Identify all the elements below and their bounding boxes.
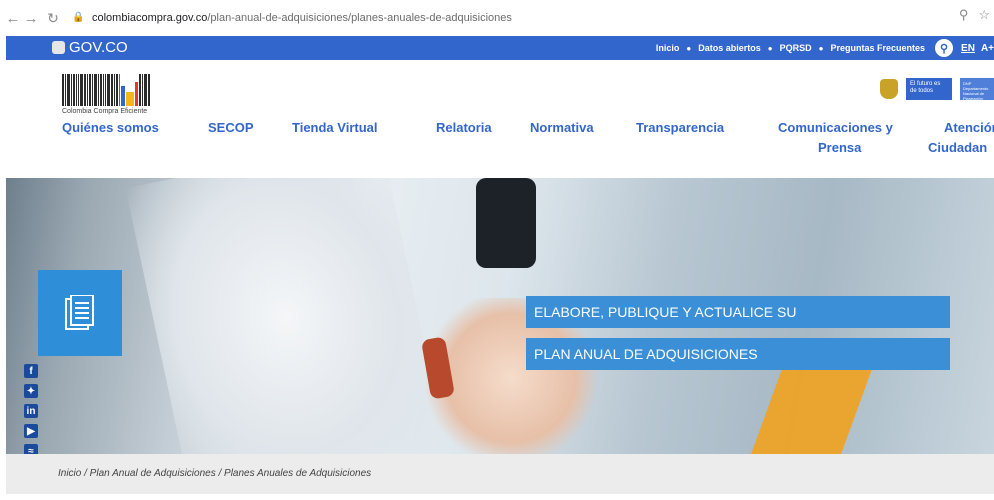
facebook-icon[interactable]: f	[24, 364, 38, 378]
bullet-separator: ●	[686, 43, 692, 53]
breadcrumb[interactable]: Inicio / Plan Anual de Adquisiciones / P…	[58, 468, 371, 479]
document-icon	[65, 295, 94, 330]
colombia-crest-icon	[880, 79, 898, 99]
url-path: /plan-anual-de-adquisiciones/planes-anua…	[207, 12, 512, 24]
text-size-toggle[interactable]: A+	[981, 43, 994, 54]
hero-headline-line2: PLAN ANUAL DE ADQUISICIONES	[526, 338, 950, 370]
nav-comunicaciones-line2[interactable]: Prensa	[818, 138, 861, 158]
nav-secop[interactable]: SECOP	[208, 118, 254, 138]
bookmark-star-icon[interactable]: ☆	[978, 7, 990, 23]
forward-arrow-icon[interactable]: →	[22, 9, 40, 27]
bullet-separator: ●	[818, 43, 824, 53]
linkedin-icon[interactable]: in	[24, 404, 38, 418]
gov-co-text: GOV.CO	[69, 39, 128, 56]
document-tile	[38, 270, 122, 356]
nav-comunicaciones-line1[interactable]: Comunicaciones y	[778, 118, 893, 138]
nav-quienes-somos[interactable]: Quiénes somos	[62, 118, 159, 138]
zoom-icon[interactable]: ⚲	[959, 7, 969, 23]
hero-headline-line1: ELABORE, PUBLIQUE Y ACTUALICE SU	[526, 296, 950, 328]
barcode-icon	[62, 74, 182, 106]
nav-tienda-virtual[interactable]: Tienda Virtual	[292, 118, 378, 138]
nav-relatoria[interactable]: Relatoria	[436, 118, 492, 138]
gov-link-datos-abiertos[interactable]: Datos abiertos	[698, 43, 761, 53]
gov-link-preguntas[interactable]: Preguntas Frecuentes	[831, 43, 926, 53]
search-icon[interactable]: ⚲	[935, 39, 954, 57]
language-toggle[interactable]: EN	[961, 43, 975, 54]
hero-banner: ELABORE, PUBLIQUE Y ACTUALICE SU PLAN AN…	[6, 178, 994, 454]
nav-atencion-line1[interactable]: Atención	[944, 118, 994, 138]
gov-co-logo[interactable]: GOV.CO	[52, 39, 128, 56]
nav-normativa[interactable]: Normativa	[530, 118, 594, 138]
partner-logos: El futuro es de todos DNP Departamento N…	[880, 78, 994, 101]
address-bar[interactable]: 🔒 colombiacompra.gov.co/plan-anual-de-ad…	[68, 7, 968, 29]
youtube-icon[interactable]: ▶	[24, 424, 38, 438]
gov-link-inicio[interactable]: Inicio	[656, 43, 680, 53]
social-links: f ✦ in ▶ ≈	[24, 364, 44, 458]
back-arrow-icon[interactable]: ←	[4, 9, 22, 27]
breadcrumb-bar: Inicio / Plan Anual de Adquisiciones / P…	[6, 454, 994, 494]
site-header: Colombia Compra Eficiente El futuro es d…	[6, 60, 994, 178]
lock-icon: 🔒	[72, 12, 85, 23]
hero-photo-yellow-object	[749, 368, 873, 454]
hero-photo-dark-object	[476, 178, 536, 268]
browser-toolbar: ← → ↻ 🔒 colombiacompra.gov.co/plan-anual…	[0, 0, 994, 36]
gov-link-pqrsd[interactable]: PQRSD	[780, 43, 812, 53]
futuro-logo: El futuro es de todos	[906, 78, 952, 100]
dnp-logo: DNP Departamento Nacional de Planeación	[960, 78, 994, 101]
reload-icon[interactable]: ↻	[44, 9, 62, 27]
gov-shield-icon	[52, 41, 65, 54]
gov-co-bar: GOV.CO Inicio ● Datos abiertos ● PQRSD ●…	[6, 36, 994, 60]
hero-photo-doctor	[125, 178, 447, 454]
bullet-separator: ●	[767, 43, 773, 53]
nav-transparencia[interactable]: Transparencia	[636, 118, 724, 138]
url-host: colombiacompra.gov.co	[92, 12, 208, 24]
twitter-icon[interactable]: ✦	[24, 384, 38, 398]
main-navigation: Quiénes somos SECOP Tienda Virtual Relat…	[6, 112, 994, 172]
nav-atencion-line2[interactable]: Ciudadan	[928, 138, 987, 158]
